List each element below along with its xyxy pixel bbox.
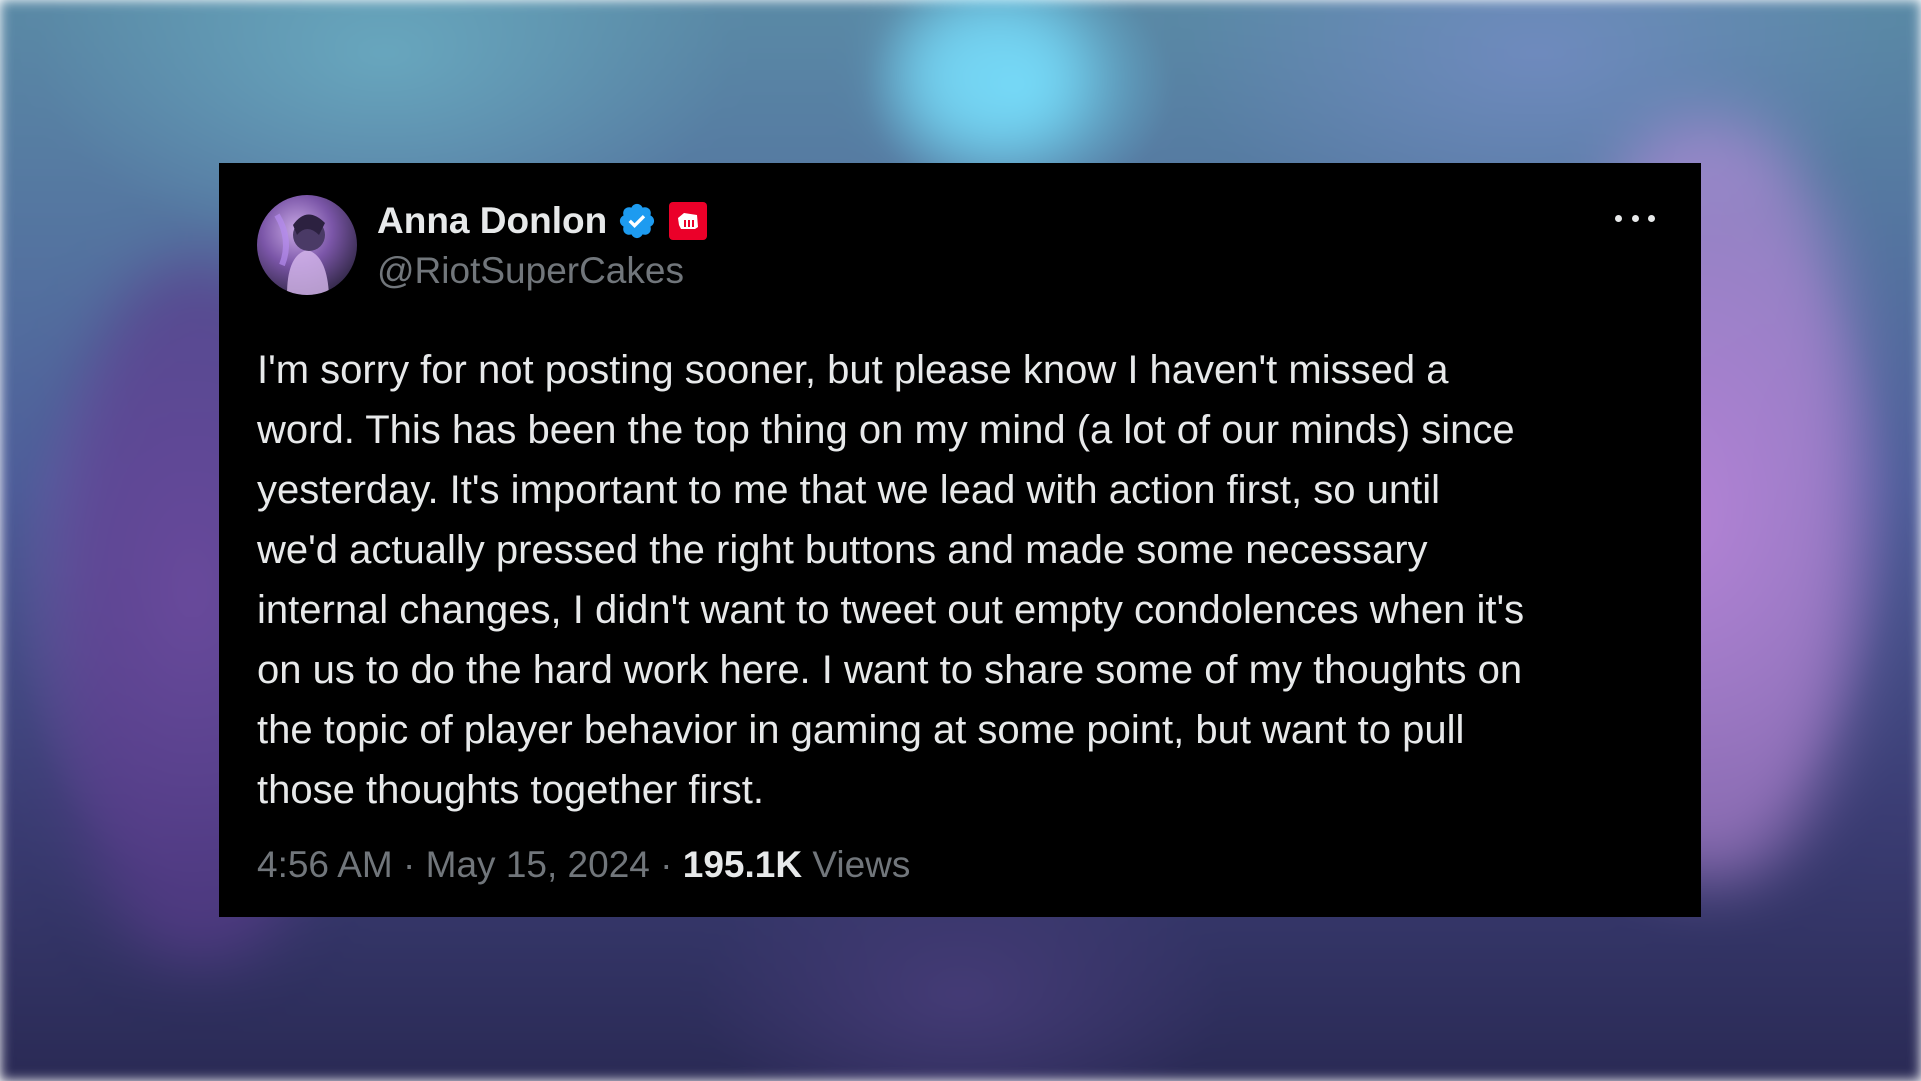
views-count[interactable]: 195.1K [683,844,802,886]
riot-fist-icon[interactable] [669,202,708,240]
meta-separator: · [392,844,426,885]
more-dot [1615,214,1622,222]
avatar[interactable] [257,195,357,295]
author-handle[interactable]: @RiotSuperCakes [377,247,684,295]
views-label: Views [802,844,911,885]
tweet-text: I'm sorry for not posting sooner, but pl… [257,348,1525,812]
background-glow-top [900,0,1080,150]
avatar-image [274,213,329,295]
more-dot [1631,214,1639,222]
meta-separator: · [649,844,683,885]
tweet-card[interactable]: Anna Donlon @RiotSuperCakes I'm sorry fo… [219,163,1701,917]
author-display-name[interactable]: Anna Donlon [377,197,607,245]
author-name-row: Anna Donlon [377,197,708,245]
tweet-time[interactable]: 4:56 AM [257,844,393,886]
more-dot [1648,214,1655,222]
more-horizontal-icon[interactable] [1615,203,1655,233]
tweet-meta: 4:56 AM · May 15, 2024 · 195.1K Views [257,839,910,891]
verified-badge-icon[interactable] [617,201,657,241]
tweet-date[interactable]: May 15, 2024 [426,844,650,886]
